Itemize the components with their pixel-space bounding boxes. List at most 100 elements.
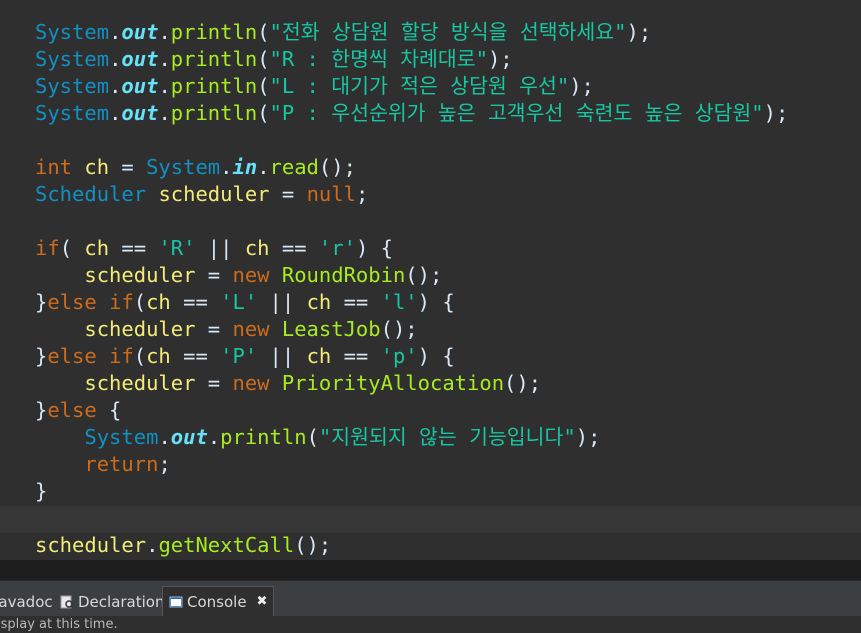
token-paren: ( [257,101,270,125]
token-field: in [232,155,258,179]
token-class: PriorityAllocation [281,371,505,395]
token-keyword: new [232,317,270,341]
close-icon[interactable]: ✖ [257,587,268,617]
token-dot: . [109,101,122,125]
token-class: Scheduler [35,182,147,206]
token-operator: || [257,344,307,368]
tab-console[interactable]: Console ✖ [162,586,275,617]
console-status-text: Display at this time. [0,617,118,632]
declaration-icon [60,595,74,609]
code-line-20: scheduler.getNextCall(); [35,532,331,559]
token-operator: == [109,236,159,260]
token-end: (); [380,317,418,341]
token-operator: == [331,290,381,314]
token-paren: ( [133,290,147,314]
token-keyword: else [47,344,97,368]
token-string: "L : 대기가 적은 상담원 우선" [269,74,570,98]
token-variable: scheduler [158,182,270,206]
token-char: 'l' [380,290,418,314]
token-keyword: if [35,236,60,260]
token-keyword: else [47,290,97,314]
token-end: ; [158,452,171,476]
token-method: read [269,155,319,179]
token-variable: ch [244,236,270,260]
code-editor[interactable]: System.out.println("전화 상담원 할당 방식을 선택하세요"… [0,0,861,560]
token-keyword: new [232,371,270,395]
token-paren: ( [257,20,270,44]
token-operator: == [170,290,221,314]
code-line-10: scheduler = new RoundRobin(); [35,262,442,289]
code-line-18: } [35,478,47,505]
code-line-9: if( ch == 'R' || ch == 'r') { [35,235,393,262]
token-field: out [121,20,159,44]
token-class: System [35,74,110,98]
code-line-14: scheduler = new PriorityAllocation(); [35,370,541,397]
token-brace: } [35,290,48,314]
tab-declaration-label: Declaration [78,593,165,611]
token-operator: || [257,290,307,314]
token-string: "전화 상담원 할당 방식을 선택하세요" [269,20,627,44]
code-line-2: System.out.println("R : 한명씩 차례대로"); [35,46,513,73]
token-keyword: else [47,398,97,422]
bottom-panel-tabbar: Javadoc Declaration Console ✖ [0,580,861,617]
token-variable: ch [306,344,332,368]
token-end: (); [294,533,332,557]
token-operator: = [195,371,233,395]
tab-javadoc-label: Javadoc [0,593,53,611]
token-method: println [170,47,258,71]
token-class: System [35,20,110,44]
token-paren: ) { [417,344,455,368]
console-icon [169,596,183,608]
code-line-11: }else if(ch == 'L' || ch == 'l') { [35,289,455,316]
token-operator: = [109,155,147,179]
panel-divider[interactable] [0,560,861,580]
code-line-3: System.out.println("L : 대기가 적은 상담원 우선"); [35,73,594,100]
token-end: ); [487,47,513,71]
token-variable: scheduler [35,533,147,557]
token-variable: scheduler [84,263,196,287]
token-class: System [35,47,110,71]
token-keyword: new [232,263,270,287]
code-line-16: System.out.println("지원되지 않는 기능입니다"); [35,424,600,451]
code-line-12: scheduler = new LeastJob(); [35,316,418,343]
token-class: RoundRobin [281,263,406,287]
token-field: out [121,47,159,71]
token-class: System [84,425,159,449]
current-line-highlight [0,506,861,533]
token-dot: . [109,74,122,98]
token-end: (); [405,263,443,287]
token-method: println [170,20,258,44]
token-field: out [121,74,159,98]
token-class: LeastJob [281,317,381,341]
token-char: 'L' [220,290,258,314]
tab-declaration[interactable]: Declaration [60,587,164,617]
token-operator: == [331,344,381,368]
token-dot: . [158,101,171,125]
token-keyword: null [306,182,356,206]
token-dot: . [220,155,233,179]
token-dot: . [109,20,122,44]
token-paren: ( [133,344,147,368]
token-method: println [220,425,307,449]
token-paren: ( [306,425,319,449]
token-char: 'p' [380,344,418,368]
token-operator: == [269,236,319,260]
token-end: ); [569,74,594,98]
token-brace: } [35,398,48,422]
token-paren: ( [59,236,85,260]
token-char: 'R' [158,236,196,260]
token-dot: . [158,425,171,449]
token-end: (); [504,371,542,395]
token-keyword: return [84,452,159,476]
tab-javadoc[interactable]: Javadoc [0,587,53,617]
token-keyword: if [109,290,134,314]
